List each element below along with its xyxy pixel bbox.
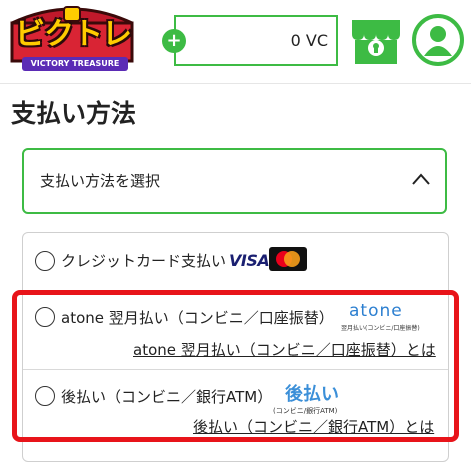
atone-info-link[interactable]: atone 翌月払い（コンビニ／口座振替）とは	[133, 339, 436, 360]
wallet-balance: 0 VC	[290, 31, 328, 50]
method-postpay[interactable]: 後払い（コンビニ／銀行ATM） 後払い (コンビニ/銀行ATM) 後払い（コンビ…	[23, 369, 448, 450]
plus-icon[interactable]: +	[162, 29, 186, 53]
postpay-info-link[interactable]: 後払い（コンビニ／銀行ATM）とは	[193, 416, 434, 437]
payment-method-list: クレジットカード支払い VISA atone 翌月払い（コンビニ／口座振替） a…	[22, 232, 449, 462]
app-header: ビクトレ VICTORY TREASURE 0 VC +	[0, 0, 471, 83]
logo-title: ビクトレ	[15, 17, 132, 52]
atone-logo-word: atone	[349, 301, 403, 321]
page-title: 支払い方法	[11, 99, 137, 128]
select-label: 支払い方法を選択	[40, 172, 161, 190]
atone-logo: atone 翌月払い(コンビニ/口座振替)	[341, 301, 421, 337]
postpay-logo-word: 後払い	[285, 384, 339, 405]
postpay-logo-caption: (コンビニ/銀行ATM)	[273, 407, 338, 415]
method-atone[interactable]: atone 翌月払い（コンビニ／口座振替） atone 翌月払い(コンビニ/口座…	[23, 291, 448, 369]
logo-subtitle: VICTORY TREASURE	[22, 57, 128, 71]
header-divider	[0, 83, 471, 84]
mastercard-icon	[269, 247, 307, 271]
radio-atone[interactable]	[35, 307, 55, 327]
shop-icon[interactable]	[348, 16, 404, 66]
victory-treasure-logo[interactable]: ビクトレ VICTORY TREASURE	[4, 3, 140, 75]
radio-postpay[interactable]	[35, 386, 55, 406]
payment-method-select[interactable]: 支払い方法を選択	[22, 148, 447, 214]
user-icon[interactable]	[412, 14, 464, 66]
radio-credit-card[interactable]	[35, 251, 55, 271]
method-credit-card[interactable]: クレジットカード支払い VISA	[23, 233, 448, 289]
chevron-up-icon	[412, 173, 430, 185]
method-label: 後払い（コンビニ／銀行ATM）	[61, 388, 273, 406]
atone-logo-caption: 翌月払い(コンビニ/口座振替)	[341, 325, 420, 332]
wallet-balance-box[interactable]: 0 VC	[174, 15, 338, 66]
method-label: atone 翌月払い（コンビニ／口座振替）	[61, 309, 334, 327]
postpay-logo: 後払い (コンビニ/銀行ATM)	[273, 380, 363, 416]
visa-logo: VISA	[229, 251, 270, 270]
method-label: クレジットカード支払い	[61, 252, 227, 270]
